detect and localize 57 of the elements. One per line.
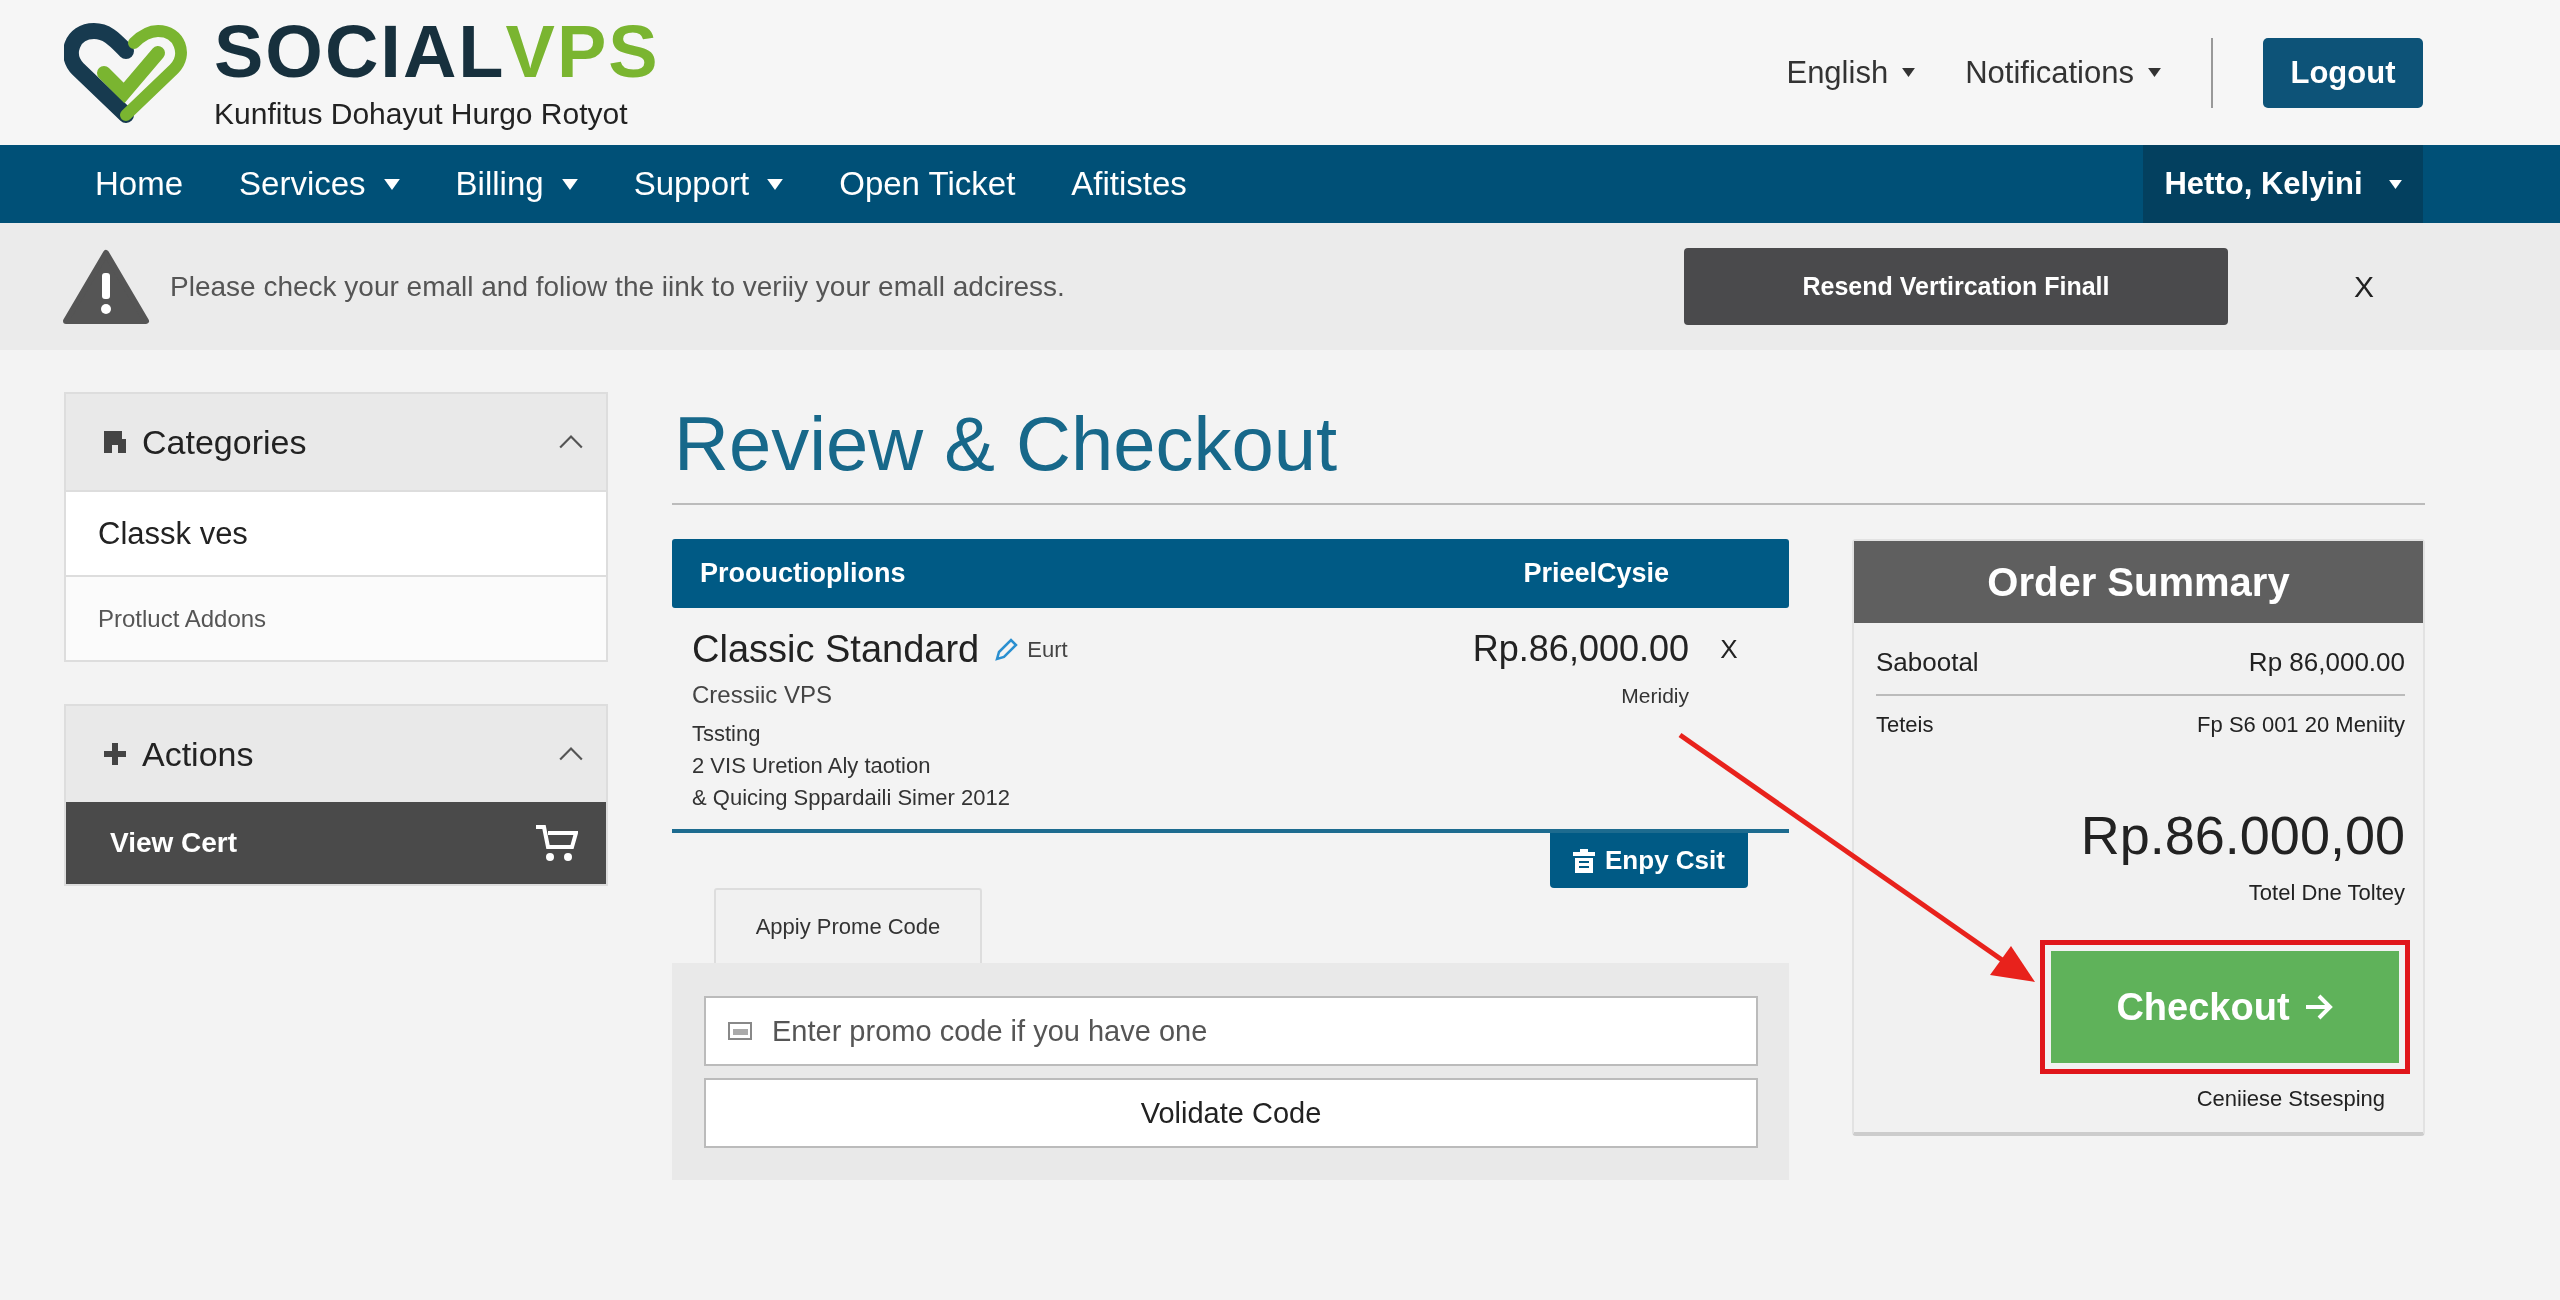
brand-tagline: Kunfitus Dohayut Hurgo Rotyot [214, 96, 629, 131]
promo-tab[interactable]: Appiy Prome Code [714, 888, 982, 963]
nav-item[interactable]: Afitistes [1071, 145, 1187, 223]
summary-note: Ceniiese Stsesping [2195, 1085, 2386, 1112]
product-detail: Tssting [692, 721, 762, 747]
nav-item[interactable]: Billing [455, 145, 578, 223]
pencil-icon [993, 636, 1020, 663]
chevron-up-icon[interactable] [558, 434, 584, 450]
header-dropdown[interactable]: Notifications [1965, 54, 2161, 91]
close-button[interactable]: X [2348, 268, 2380, 305]
billing-cycle: Meridiy [1620, 684, 1689, 708]
header-dropdown[interactable]: English [1786, 54, 1916, 91]
validate-code-button[interactable]: Volidate Code [704, 1078, 1758, 1148]
page-title: Review & Checkout [673, 400, 1339, 488]
brand-name: SOCIALVPS [214, 14, 660, 89]
caret-icon [2148, 68, 2161, 77]
total-amount: Rp.86.000,00 [2079, 804, 2406, 866]
empty-cart-button[interactable]: Enpy Csit [1550, 833, 1748, 888]
product-name: Classic Standard [692, 628, 980, 671]
logout-button[interactable]: Logout [2263, 37, 2423, 108]
product-price: Rp.86,000.00 [1471, 628, 1689, 670]
card-icon [728, 1022, 752, 1040]
summary-label: Teteis [1876, 712, 1934, 738]
nav-item[interactable]: Services [239, 145, 400, 223]
resend-button[interactable]: Resend Vertircation Finall [1684, 248, 2228, 325]
plus-icon [102, 741, 128, 767]
chevron-up-icon[interactable] [558, 746, 584, 762]
trash-icon [1573, 848, 1596, 873]
product-group: Cressiic VPS [692, 681, 1389, 709]
remove-button[interactable]: X [1689, 628, 1769, 666]
cart-icon [534, 823, 578, 863]
summary-value: Fp S6 001 20 Meniity [2197, 712, 2405, 738]
nav-item[interactable]: Open Ticket [839, 145, 1016, 223]
nav-item[interactable]: Home [95, 145, 184, 223]
arrow-right-icon [2303, 993, 2334, 1021]
warning-icon [62, 248, 150, 325]
summary-value: Rp 86,000.00 [2248, 647, 2405, 678]
summary-label: Sabootal [1876, 647, 1979, 678]
caret-icon [1902, 68, 1916, 77]
panel-title: Categories [142, 422, 308, 462]
edit-link[interactable]: Eurt [993, 636, 1068, 663]
summary-title: Order Summary [1854, 541, 2423, 623]
product-detail: 2 VIS Uretion Aly taotion [692, 753, 932, 779]
alert-message: Please check your emall and foliow the iink to veriiy your emall adciress. [170, 270, 1065, 303]
logo-icon [64, 22, 188, 123]
column-header: Proouctioplions [700, 558, 907, 589]
nav-item[interactable]: Support [633, 145, 784, 223]
sidebar-item[interactable]: Classk ves [66, 490, 606, 575]
caret-icon [2388, 179, 2402, 189]
view-cart-button[interactable]: View Cert [66, 802, 606, 884]
promo-code-field[interactable]: Enter promo code if you have one [704, 996, 1758, 1066]
bookmark-icon [102, 429, 128, 455]
total-label: Totel Dne Toltey [2247, 879, 2406, 906]
column-header: PrieelCysie [1523, 558, 1669, 589]
product-detail: & Quicing Sppardaili Simer 2012 [692, 785, 1011, 811]
user-menu[interactable]: Hetto, Kelyini [2143, 145, 2423, 223]
panel-title: Actions [142, 734, 255, 774]
